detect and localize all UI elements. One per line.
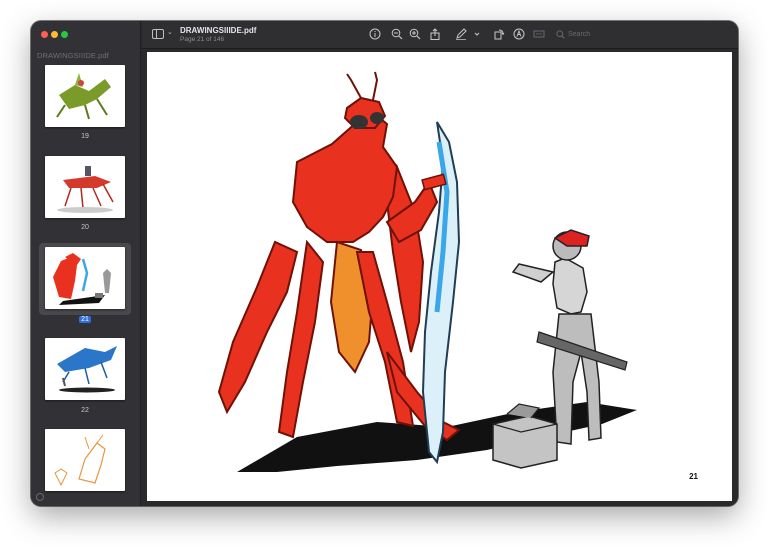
toolbar: ⌄ DRAWINGSIIIDE.pdf Page 21 of 146 <box>142 21 738 49</box>
search-icon <box>556 26 565 44</box>
annotate-icon[interactable] <box>512 27 526 41</box>
thumbnail-label-20: 20 <box>81 224 89 231</box>
document-title: DRAWINGSIIIDE.pdf <box>180 26 257 35</box>
thumbnail-art <box>53 253 111 305</box>
form-fill-icon <box>532 27 546 41</box>
thumbnail-label-19: 19 <box>81 133 89 140</box>
document-view[interactable]: 21 <box>142 50 738 506</box>
page-number-label: 21 <box>689 472 698 481</box>
preview-window: DRAWINGSIIIDE.pdf 19 20 21 22 ⌄ DRAWINGS… <box>31 21 738 506</box>
thumbnail-page-21[interactable] <box>45 247 125 309</box>
share-icon[interactable] <box>428 27 442 41</box>
thumbnail-label-22: 22 <box>81 407 89 414</box>
pdf-page: 21 <box>147 52 732 501</box>
sidebar-options-icon[interactable] <box>36 493 44 501</box>
rotate-icon[interactable] <box>492 27 506 41</box>
search-input[interactable] <box>568 31 618 38</box>
thumbnail-page-20[interactable] <box>45 156 125 218</box>
search-field[interactable] <box>556 27 626 42</box>
page-illustration <box>217 71 637 472</box>
thumbnail-art <box>56 73 111 120</box>
page-indicator: Page 21 of 146 <box>180 36 225 43</box>
thumbnail-page-23[interactable] <box>45 429 125 491</box>
info-icon[interactable] <box>368 27 382 41</box>
sidebar-menu-chevron-icon[interactable]: ⌄ <box>167 28 173 36</box>
thumbnail-sidebar: DRAWINGSIIIDE.pdf 19 20 21 22 <box>31 21 141 506</box>
thumbnail-label-21: 21 <box>31 316 139 323</box>
close-window-button[interactable] <box>41 31 48 38</box>
thumbnail-label-21-text: 21 <box>79 316 91 323</box>
thumbnail-page-19[interactable] <box>45 65 125 127</box>
zoom-in-icon[interactable] <box>408 27 422 41</box>
sidebar-filename: DRAWINGSIIIDE.pdf <box>37 51 109 60</box>
thumbnail-page-22[interactable] <box>45 338 125 400</box>
minimize-window-button[interactable] <box>51 31 58 38</box>
zoom-window-button[interactable] <box>61 31 68 38</box>
zoom-out-icon[interactable] <box>390 27 404 41</box>
sidebar-toggle-icon[interactable] <box>152 29 164 39</box>
markup-pen-icon[interactable] <box>454 27 468 41</box>
thumbnail-art <box>57 166 114 213</box>
thumbnail-art <box>54 434 106 487</box>
thumbnail-art <box>57 346 117 393</box>
chevron-down-icon[interactable] <box>470 27 484 41</box>
